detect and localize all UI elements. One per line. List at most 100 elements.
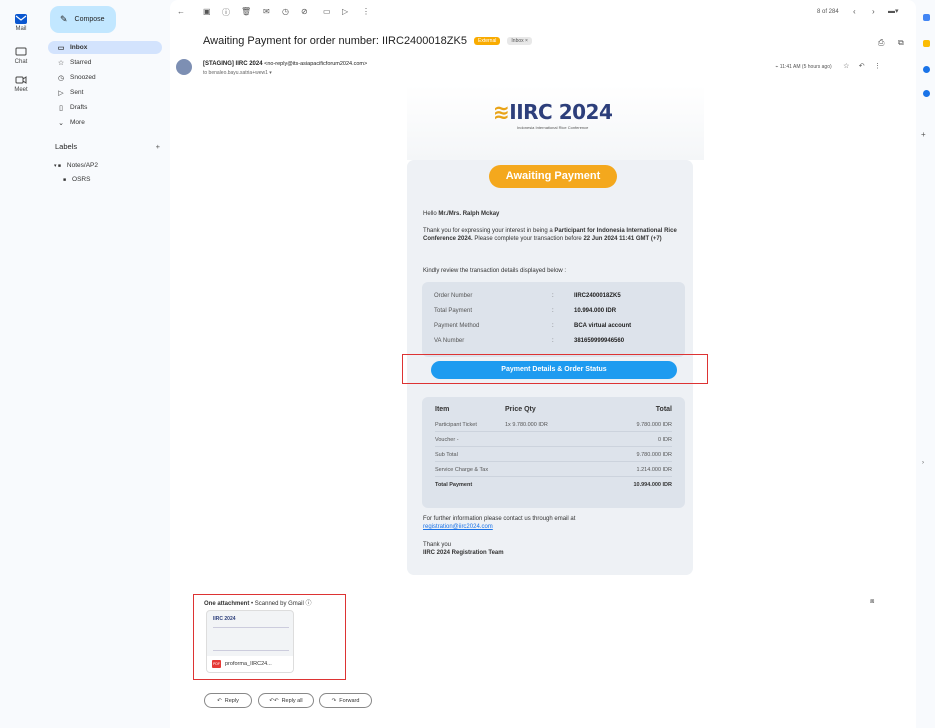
order-value: IIRC2400018ZK5 [574, 293, 621, 299]
next-icon[interactable]: › [872, 7, 875, 16]
back-icon[interactable]: ← [177, 7, 185, 16]
reply-button[interactable]: ↶ Reply [204, 693, 252, 708]
compose-button[interactable]: ✎ Compose [50, 6, 116, 33]
order-row: VA Number: 381659999946560 [434, 338, 674, 344]
draft-icon: ▯ [59, 104, 63, 112]
recipient[interactable]: to benaleo.bayu.satria+wew1 ▾ [203, 70, 272, 76]
label-tag-icon: ▾ ■ [54, 162, 61, 169]
add-label-icon[interactable]: + [156, 142, 160, 151]
delete-icon[interactable]: 🗑 [241, 7, 251, 16]
rail-meet-label: Meet [14, 87, 28, 93]
label-tag-icon: ■ [63, 176, 67, 183]
sidebar-item-label: Starred [70, 59, 92, 66]
email-card: Awaiting Payment Hello Mr./Mrs. Ralph Mc… [407, 160, 693, 575]
sender-line: [STAGING] IIRC 2024 <no-reply@its-asiapa… [203, 61, 367, 67]
label-item-notes[interactable]: ▾ ■ Notes/AP2 [54, 162, 98, 169]
attachment-header: One attachment • Scanned by Gmail ⓘ [204, 598, 312, 607]
star-icon[interactable]: ☆ [843, 63, 849, 70]
iirc-logo: ≋IIRC 2024 [493, 100, 613, 124]
compose-label: Compose [74, 16, 105, 23]
reply-icon: ↶ [217, 697, 222, 704]
inbox-icon: ▭ [57, 44, 65, 52]
order-key: Order Number [434, 293, 473, 299]
expand-panel-icon[interactable]: › [922, 460, 924, 466]
rail-chat[interactable]: Chat [0, 47, 42, 65]
greeting: Hello Mr./Mrs. Ralph Mckay [423, 210, 688, 218]
add-task-icon[interactable]: ⊘ [301, 7, 308, 16]
attachment-title: One attachment [204, 601, 250, 607]
report-spam-icon[interactable]: ⓘ [222, 7, 230, 18]
intro-part-1: Thank you for expressing your interest i… [423, 228, 553, 234]
contacts-icon[interactable] [923, 90, 930, 97]
header-item: Item [435, 406, 450, 413]
header-total: Total [655, 406, 672, 413]
contact-email-link[interactable]: registration@iirc2024.com [423, 523, 493, 531]
open-new-window-icon[interactable]: ⧉ [898, 38, 904, 48]
more-vert-icon[interactable]: ⋮ [362, 7, 370, 16]
review-text: Kindly review the transaction details di… [423, 268, 567, 274]
print-icon[interactable]: ⎙ [878, 38, 884, 48]
label-item-osrs[interactable]: ■ OSRS [63, 176, 90, 183]
team-signature: IIRC 2024 Registration Team [423, 550, 504, 556]
thumb-preview [213, 627, 289, 651]
labels-header: Labels + [55, 142, 160, 151]
sidebar-item-label: Inbox [70, 44, 88, 51]
forward-button[interactable]: ↷ Forward [319, 693, 372, 708]
prev-icon[interactable]: ‹ [853, 7, 856, 16]
payment-details-button[interactable]: Payment Details & Order Status [431, 361, 677, 379]
item-total: 10.994.000 IDR [633, 482, 672, 488]
rail-meet[interactable]: Meet [0, 75, 42, 93]
add-to-drive-icon[interactable]: ⧈ [870, 598, 874, 606]
inbox-chip[interactable]: Inbox × [507, 37, 532, 45]
scanned-text: • Scanned by Gmail [251, 601, 304, 607]
mail-icon [15, 14, 27, 24]
rail-mail[interactable]: Mail [0, 14, 42, 32]
reply-all-icon: ↶↶ [269, 697, 279, 704]
sidebar-item-sent[interactable]: ▷ Sent [48, 86, 162, 99]
sidebar-item-label: More [70, 119, 85, 126]
star-icon: ☆ [57, 59, 65, 67]
sidebar-item-drafts[interactable]: ▯ Drafts [48, 101, 162, 114]
greeting-name: Mr./Mrs. Ralph Mckay [438, 211, 500, 217]
sidebar-item-snoozed[interactable]: ◷ Snoozed [48, 71, 162, 84]
message-panel: ← ▣ ⓘ 🗑 ✉ ◷ ⊘ ▭ ▷ ⋮ 8 of 284 ‹ › ▬▾ Awai… [170, 0, 916, 728]
external-chip: External [474, 37, 501, 45]
attachment-thumbnail[interactable]: IIRC 2024 proforma_IIRC24... PDF [206, 610, 294, 673]
sidebar-item-starred[interactable]: ☆ Starred [48, 56, 162, 69]
keep-icon[interactable] [923, 40, 930, 47]
pdf-icon: PDF [212, 660, 221, 668]
move-icon[interactable]: ▭ [323, 7, 331, 16]
colon: : [552, 323, 554, 329]
item-name: Voucher - [435, 437, 459, 443]
tasks-icon[interactable] [923, 66, 930, 73]
pagination: 8 of 284 [817, 9, 839, 15]
items-table: Item Price Qty Total Participant Ticket 1x … [422, 397, 685, 508]
item-name: Sub Total [435, 452, 458, 458]
label-icon[interactable]: ▷ [342, 7, 348, 16]
snooze-icon[interactable]: ◷ [282, 7, 289, 16]
sidebar-item-more[interactable]: ⌄ More [48, 116, 162, 129]
video-icon [15, 76, 27, 84]
sidebar-item-label: Snoozed [70, 74, 96, 81]
forward-icon: ↷ [331, 697, 337, 704]
more-vert-icon[interactable]: ⋮ [874, 63, 881, 70]
order-row: Total Payment: 10.994.000 IDR [434, 308, 674, 314]
rice-icon: ≋ [493, 100, 510, 124]
reply-icon[interactable]: ↶ [859, 63, 865, 70]
mark-unread-icon[interactable]: ✉ [263, 7, 270, 16]
add-addon-icon[interactable]: + [921, 130, 926, 139]
rail-mail-label: Mail [15, 26, 27, 32]
info-icon[interactable]: ⓘ [305, 601, 311, 607]
label-name: Notes/AP2 [66, 162, 98, 169]
message-time: 11:41 AM (5 hours ago) [779, 64, 832, 70]
keyboard-icon[interactable]: ▬▾ [888, 7, 899, 15]
reply-all-button[interactable]: ↶↶ Reply all [258, 693, 314, 708]
labels-title: Labels [55, 142, 78, 151]
colon: : [552, 293, 554, 299]
sender-name[interactable]: [STAGING] IIRC 2024 [203, 61, 263, 67]
order-value: 381659999946560 [574, 338, 625, 344]
order-value: 10.994.000 IDR [574, 308, 617, 314]
sidebar-item-inbox[interactable]: ▭ Inbox [48, 41, 162, 54]
archive-icon[interactable]: ▣ [203, 7, 211, 16]
calendar-icon[interactable] [923, 14, 930, 21]
